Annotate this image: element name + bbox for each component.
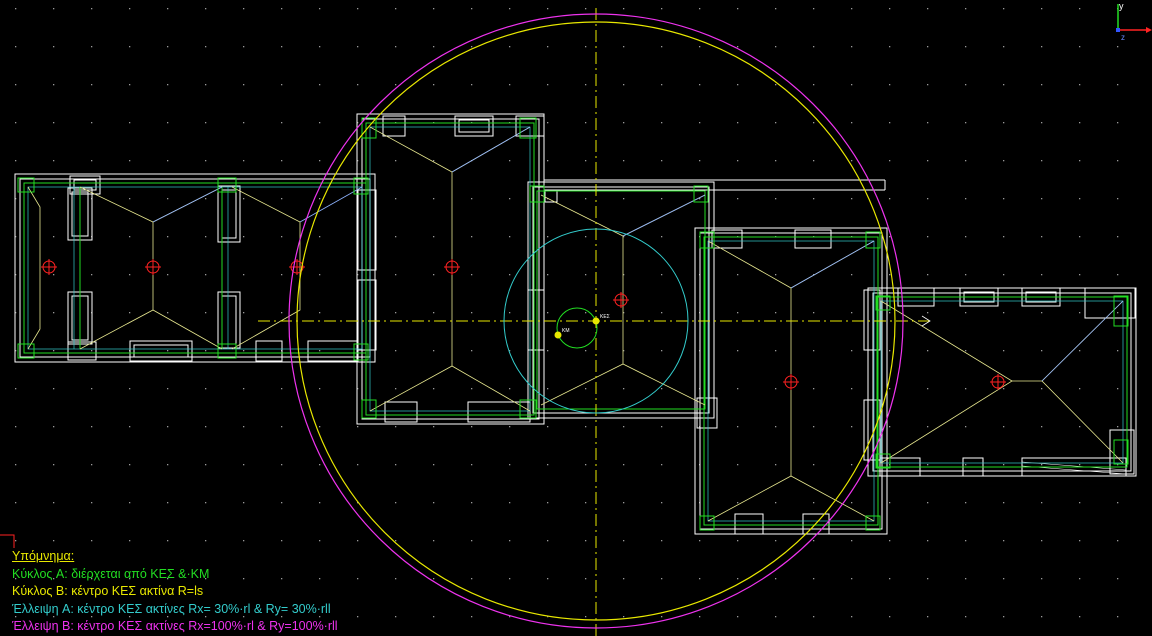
legend: Υπόμνημα: Κύκλος A: διέρχεται από ΚΕΣ &·…: [12, 548, 338, 636]
ucs-z-label: z: [1121, 33, 1125, 42]
legend-title: Υπόμνημα:: [12, 549, 75, 563]
legend-item-ellipse-b: Έλλειψη B: κέντρο ΚΕΣ ακτίνες Rx=100%·rl…: [12, 619, 338, 633]
cad-drawing-canvas[interactable]: KM ΚΕΣ: [0, 0, 1152, 636]
svg-text:ΚΕΣ: ΚΕΣ: [600, 314, 610, 320]
dot-grid: [0, 0, 1152, 636]
legend-item-ellipse-a: Έλλειψη A: κέντρο ΚΕΣ ακτίνες Rx= 30%·rl…: [12, 601, 331, 616]
svg-text:KM: KM: [562, 328, 570, 334]
ucs-axis-icon: y z: [1116, 1, 1152, 42]
legend-item-circle-b: Κύκλος B: κέντρο ΚΕΣ ακτίνα R=ls: [12, 584, 204, 598]
legend-item-circle-a: Κύκλος A: διέρχεται από ΚΕΣ &·KM: [12, 566, 210, 581]
ucs-y-label: y: [1119, 1, 1124, 11]
